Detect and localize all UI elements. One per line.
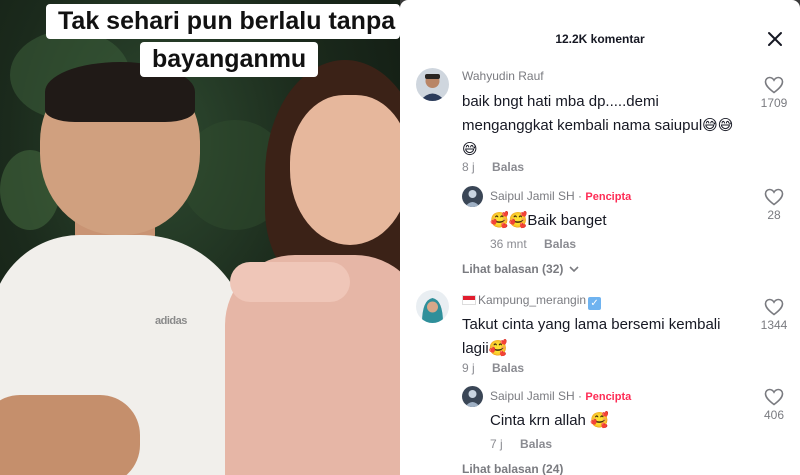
comment-meta: 9 j Balas (462, 361, 524, 375)
comment-time: 8 j (462, 160, 475, 174)
reply-button[interactable]: Balas (544, 237, 576, 251)
reply-text: Cinta krn allah 🥰 (490, 412, 609, 429)
reply-username-row: Saipul Jamil SH · Pencipta (490, 189, 631, 203)
reply-button[interactable]: Balas (520, 437, 552, 451)
comment-text-line: lagii🥰 (462, 340, 508, 357)
separator-dot: · (578, 389, 583, 403)
like-button[interactable]: 1709 (756, 76, 792, 110)
comments-panel: 12.2K komentar Wahyudin Rauf baik bngt h… (400, 0, 800, 475)
heart-outline-icon (764, 298, 784, 316)
woman-face (290, 95, 400, 245)
close-icon[interactable] (764, 30, 786, 52)
like-button[interactable]: 1344 (756, 298, 792, 332)
avatar[interactable] (416, 290, 449, 323)
reply-time: 7 j (490, 437, 503, 451)
comment-text-line: baik bngt hati mba dp.....demi (462, 93, 659, 110)
chevron-down-icon (569, 266, 579, 273)
comment-username[interactable]: Kampung_merangin (478, 293, 586, 307)
reply-time: 36 mnt (490, 237, 527, 251)
reply-username[interactable]: Saipul Jamil SH (490, 189, 575, 203)
view-replies-button[interactable]: Lihat balasan (32) (462, 262, 579, 276)
reply-meta: 7 j Balas (490, 437, 552, 451)
video-frame[interactable]: adidas Tak sehari pun berlalu tanpa baya… (0, 0, 400, 475)
heart-outline-icon (764, 188, 784, 206)
comment-text-line: menganggkat kembali nama saiupul😅😅 (462, 117, 734, 134)
like-count: 1709 (760, 96, 788, 110)
avatar[interactable] (416, 68, 449, 101)
comment-text: Takut cinta yang lama bersemi kembali la… (462, 313, 720, 361)
creator-avatar[interactable] (462, 386, 483, 407)
blouse-ruffle (230, 262, 350, 302)
separator-dot: · (578, 189, 583, 203)
comment-text: baik bngt hati mba dp.....demi menganggk… (462, 90, 733, 162)
view-replies-label: Lihat balasan (32) (462, 262, 564, 276)
comment-time: 9 j (462, 361, 475, 375)
comment-username[interactable]: Wahyudin Rauf (462, 69, 544, 83)
checkbox-emoji-icon: ✓ (588, 297, 602, 310)
comments-header: 12.2K komentar (400, 20, 800, 58)
comment-text-line: 😅 (462, 141, 478, 158)
reply-username[interactable]: Saipul Jamil SH (490, 389, 575, 403)
comment-count-title: 12.2K komentar (555, 32, 645, 46)
like-count: 1344 (760, 318, 788, 332)
reply-text: 🥰🥰Baik banget (490, 212, 607, 229)
reply-button[interactable]: Balas (492, 160, 524, 174)
reply-meta: 36 mnt Balas (490, 237, 576, 251)
heart-outline-icon (764, 388, 784, 406)
creator-avatar[interactable] (462, 186, 483, 207)
shirt-logo: adidas (155, 315, 187, 327)
creator-badge: Pencipta (585, 391, 632, 403)
man-arm (0, 395, 140, 475)
reply-username-row: Saipul Jamil SH · Pencipta (490, 389, 631, 403)
comment-meta: 8 j Balas (462, 160, 524, 174)
like-button[interactable]: 28 (756, 188, 792, 222)
creator-badge: Pencipta (585, 191, 632, 203)
comment-text-line: Takut cinta yang lama bersemi kembali (462, 316, 721, 333)
comment-username-row: Kampung_merangin ✓ (462, 293, 602, 310)
video-caption-line-2: bayanganmu (140, 42, 319, 77)
video-caption-line-1: Tak sehari pun berlalu tanpa (46, 4, 400, 39)
view-replies-button[interactable]: Lihat balasan (24) (462, 462, 563, 475)
reply-button[interactable]: Balas (492, 361, 524, 375)
heart-outline-icon (764, 76, 784, 94)
like-count: 406 (763, 408, 785, 422)
indonesia-flag-icon (462, 295, 476, 305)
like-count: 28 (767, 208, 781, 222)
view-replies-label: Lihat balasan (24) (462, 462, 564, 475)
like-button[interactable]: 406 (756, 388, 792, 422)
